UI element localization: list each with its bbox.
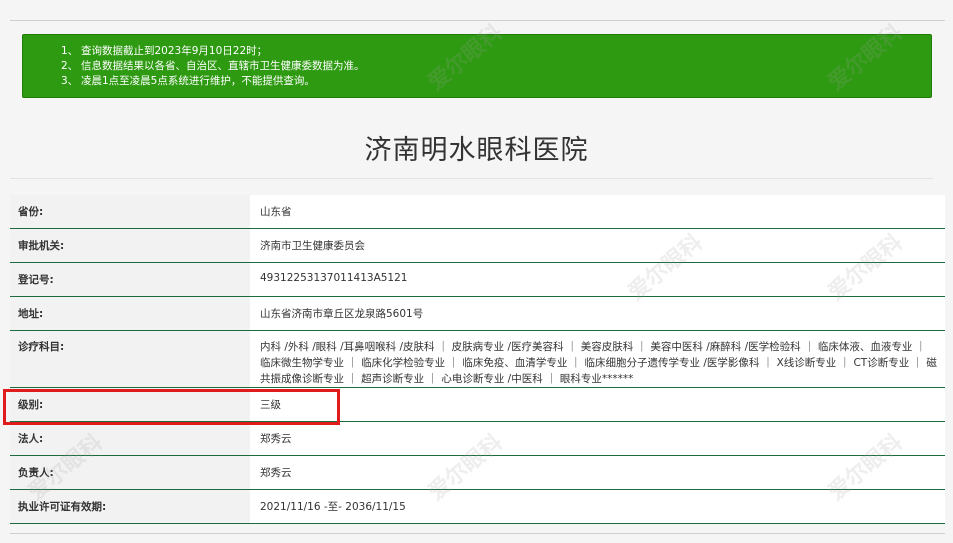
notice-banner: 1、 查询数据截止到2023年9月10日22时； 2、 信息数据结果以各省、自治区、…: [22, 34, 932, 98]
notice-item: 3、 凌晨1点至凌晨5点系统进行维护，不能提供查询。: [61, 75, 315, 87]
table-row: 执业许可证有效期: 2021/11/16 -至- 2036/11/15: [10, 489, 945, 524]
title-divider: [10, 178, 933, 179]
table-row: 登记号: 49312253137011413A5121: [10, 262, 945, 297]
table-row: 法人: 郑秀云: [10, 421, 945, 456]
row-value: 三级: [250, 387, 945, 422]
row-key: 执业许可证有效期:: [10, 489, 250, 524]
row-key: 登记号:: [10, 262, 250, 297]
level-highlight-box: [3, 389, 340, 425]
bottom-divider: [10, 533, 945, 534]
top-divider: [10, 20, 945, 21]
row-key: 负责人:: [10, 455, 250, 490]
row-key: 地址:: [10, 296, 250, 331]
table-row: 省份: 山东省: [10, 195, 945, 229]
table-row: 诊疗科目: 内科 /外科 /眼科 /耳鼻咽喉科 /皮肤科 ｜ 皮肤病专业 /医疗…: [10, 330, 945, 388]
row-value: 2021/11/16 -至- 2036/11/15: [250, 489, 945, 524]
row-value: 山东省: [250, 195, 945, 229]
row-key: 法人:: [10, 421, 250, 456]
row-value: 49312253137011413A5121: [250, 262, 945, 297]
row-value: 内科 /外科 /眼科 /耳鼻咽喉科 /皮肤科 ｜ 皮肤病专业 /医疗美容科 ｜ …: [250, 330, 945, 388]
row-value: 郑秀云: [250, 421, 945, 456]
row-key: 省份:: [10, 195, 250, 229]
row-value: 山东省济南市章丘区龙泉路5601号: [250, 296, 945, 331]
row-key: 诊疗科目:: [10, 330, 250, 388]
notice-item: 1、 查询数据截止到2023年9月10日22时；: [61, 45, 268, 57]
table-row: 负责人: 郑秀云: [10, 455, 945, 490]
table-row: 地址: 山东省济南市章丘区龙泉路5601号: [10, 296, 945, 331]
table-row: 审批机关: 济南市卫生健康委员会: [10, 228, 945, 263]
row-key: 审批机关:: [10, 228, 250, 263]
hospital-info-table: 省份: 山东省 审批机关: 济南市卫生健康委员会 登记号: 4931225313…: [10, 195, 945, 524]
notice-item: 2、 信息数据结果以各省、自治区、直辖市卫生健康委数据为准。: [61, 60, 365, 72]
notice-list: 1、 查询数据截止到2023年9月10日22时； 2、 信息数据结果以各省、自治区、…: [61, 44, 931, 89]
hospital-title: 济南明水眼科医院: [364, 135, 589, 166]
row-value: 郑秀云: [250, 455, 945, 490]
row-value: 济南市卫生健康委员会: [250, 228, 945, 263]
